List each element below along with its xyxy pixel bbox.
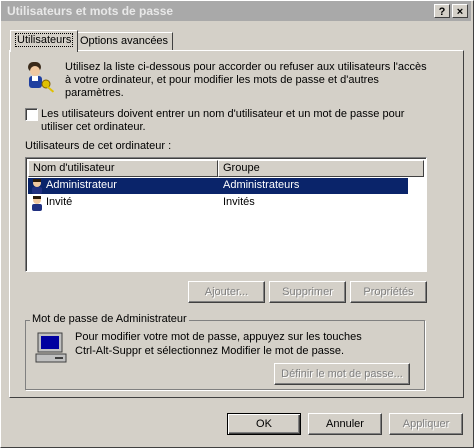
intro-line-1: Utilisez la liste ci-dessous pour accord… (65, 61, 427, 73)
tab-options-avancees-label: Options avancées (80, 35, 169, 47)
user-icon (32, 179, 42, 194)
column-header-username[interactable]: Nom d'utilisateur (28, 160, 218, 177)
remove-user-button[interactable]: Supprimer (269, 281, 346, 303)
user-group: Invités (223, 196, 255, 208)
user-group: Administrateurs (223, 179, 300, 191)
table-row[interactable]: Administrateur Administrateurs (28, 178, 408, 194)
window-title: Utilisateurs et mots de passe (7, 4, 174, 18)
password-info-line-2: Ctrl-Alt-Suppr et sélectionnez Modifier … (75, 345, 345, 357)
require-login-label-2[interactable]: utiliser cet ordinateur. (41, 121, 146, 134)
title-bar[interactable]: Utilisateurs et mots de passe ? × (1, 1, 471, 21)
user-name: Administrateur (46, 179, 117, 191)
require-login-label-1[interactable]: Les utilisateurs doivent entrer un nom d… (41, 108, 404, 121)
computer-icon (35, 332, 67, 363)
users-list[interactable]: Nom d'utilisateur Groupe Administrateur … (25, 157, 427, 272)
intro-line-3: paramètres. (65, 87, 124, 99)
close-button[interactable]: × (452, 4, 468, 18)
set-password-button[interactable]: Définir le mot de passe... (274, 363, 410, 385)
tab-utilisateurs[interactable]: Utilisateurs (10, 30, 79, 52)
users-list-label: Utilisateurs de cet ordinateur : (25, 140, 172, 152)
apply-button[interactable]: Appliquer (389, 413, 463, 435)
column-header-group[interactable]: Groupe (218, 160, 424, 177)
add-user-button[interactable]: Ajouter... (188, 281, 265, 303)
properties-button[interactable]: Propriétés (350, 281, 427, 303)
tab-utilisateurs-label: Utilisateurs (15, 33, 74, 47)
password-info-line-1: Pour modifier votre mot de passe, appuye… (75, 331, 362, 343)
tab-options-avancees[interactable]: Options avancées (75, 32, 174, 50)
intro-line-2: à votre ordinateur, et pour modifier les… (65, 74, 379, 86)
help-button[interactable]: ? (434, 4, 450, 18)
password-group-title: Mot de passe de Administrateur (30, 313, 189, 325)
cancel-button[interactable]: Annuler (308, 413, 382, 435)
user-name: Invité (46, 196, 73, 208)
user-icon (32, 196, 42, 211)
require-login-checkbox[interactable] (25, 108, 38, 121)
users-keys-icon (28, 62, 55, 93)
ok-button[interactable]: OK (227, 413, 301, 435)
table-row[interactable]: Invité Invités (28, 195, 408, 211)
